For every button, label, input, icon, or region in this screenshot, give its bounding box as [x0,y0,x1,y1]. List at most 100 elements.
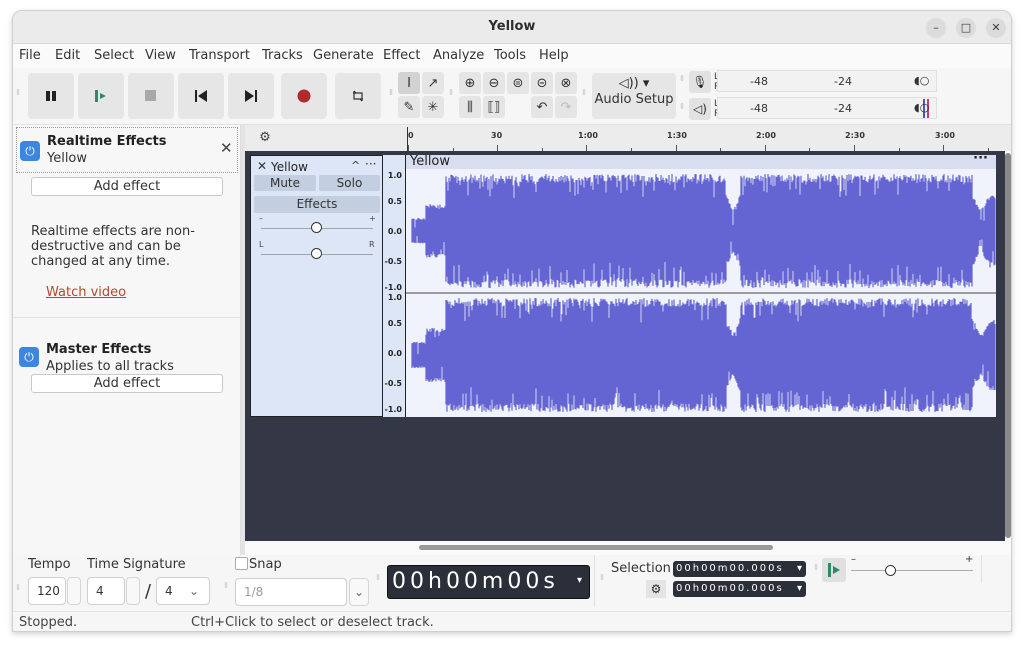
solo-button[interactable]: Solo [319,175,380,191]
snap-select[interactable]: 1/8 [235,578,347,606]
scale-label: -1.0 [384,405,403,414]
playback-meter-grip[interactable]: ⁝⁝ [680,103,686,114]
tempo-grip[interactable]: ⁝⁝ [16,584,22,595]
stop-button[interactable] [128,73,174,119]
audio-setup-button[interactable]: ◁)) ▾ Audio Setup [592,73,676,119]
selection-end-time[interactable]: 00h00m00.000s ▾ [673,581,806,597]
tempo-input[interactable]: 120 [28,577,66,605]
playback-meter[interactable]: -48 -24 ◖○ [717,97,937,119]
timeline-ruler[interactable]: ⚙ 0 30 1:00 1:30 2:00 2:30 3:00 [245,125,1011,151]
tools-grip[interactable]: ⁝⁝ [389,89,395,100]
horizontal-scrollbar[interactable] [419,545,773,550]
envelope-tool[interactable]: ↗ [422,72,444,94]
menu-tools[interactable]: Tools [494,48,526,63]
clip-header[interactable]: Yellow ··· [406,151,996,169]
zoom-toggle-button[interactable]: ⊗ [555,72,577,94]
track-close-icon[interactable]: ✕ [257,159,267,173]
gain-minus-label: – [259,214,263,223]
draw-tool[interactable]: ✎ [398,96,420,118]
redo-button[interactable]: ↷ [555,96,577,118]
mute-button[interactable]: Mute [254,175,316,191]
play-button[interactable] [78,73,124,119]
meter-knob-icon: ◖○ [914,101,930,114]
menu-edit[interactable]: Edit [55,48,80,63]
fit-selection-button[interactable]: ⊜ [507,72,529,94]
zoom-in-button[interactable]: ⊕ [459,72,481,94]
menu-transport[interactable]: Transport [189,48,250,63]
scale-label: -0.5 [384,379,403,388]
snap-grip[interactable]: ⁝⁝ [224,582,230,593]
selection-settings-icon[interactable]: ⚙ [646,580,666,598]
track-control-panel[interactable]: ✕ Yellow ^ ··· Mute Solo Effects – + L R [250,155,383,417]
amplitude-scale[interactable]: 1.0 0.5 0.0 -0.5 -1.0 1.0 0.5 0.0 -0.5 -… [383,155,406,417]
timeline-settings-icon[interactable]: ⚙ [255,128,275,148]
gain-slider-knob[interactable] [311,222,322,233]
pan-slider-knob[interactable] [311,248,322,259]
selection-label: Selection [611,561,671,576]
audio-setup-grip[interactable]: ⁝⁝ [582,89,588,100]
menu-file[interactable]: File [19,48,41,63]
menu-help[interactable]: Help [539,48,569,63]
meter-tick: -24 [834,75,852,88]
record-meter[interactable]: -48 -24 ◖○ [717,70,937,92]
vertical-scrollbar[interactable] [1005,153,1011,538]
power-icon[interactable]: ⏻ [20,141,40,161]
track-menu-icon[interactable]: ··· [365,157,376,171]
fit-project-button[interactable]: ⊝ [531,72,553,94]
menu-select[interactable]: Select [94,48,134,63]
minimize-button[interactable]: – [926,18,946,38]
playspeed-grip[interactable]: ⁝⁝ [814,564,820,575]
menu-tracks[interactable]: Tracks [262,48,303,63]
skip-end-button[interactable] [228,73,274,119]
menu-analyze[interactable]: Analyze [433,48,484,63]
multi-tool[interactable]: ✳ [422,96,444,118]
playback-meter-button[interactable]: ◁) [689,98,711,120]
realtime-effects-header: ⏻ Realtime Effects Yellow ✕ [16,127,238,173]
loop-button[interactable] [335,73,381,119]
zoom-out-button[interactable]: ⊖ [483,72,505,94]
time-signature-stepper[interactable] [126,577,140,605]
scale-label: 1.0 [387,293,402,302]
edit-grip[interactable]: ⁝⁝ [449,89,455,100]
master-add-effect-button[interactable]: Add effect [31,374,223,393]
loop-icon [353,90,363,102]
menu-view[interactable]: View [145,48,176,63]
record-meter-button[interactable]: 🎙 [689,71,711,93]
record-meter-grip[interactable]: ⁝⁝ [680,75,686,86]
realtime-effects-title: Realtime Effects [47,134,167,149]
time-signature-numerator[interactable]: 4 [87,577,125,605]
clip-menu-icon[interactable]: ··· [973,151,988,166]
snap-checkbox[interactable] [235,557,248,570]
add-effect-button[interactable]: Add effect [31,177,223,196]
master-power-icon[interactable]: ⏻ [19,347,39,367]
tempo-stepper[interactable] [67,577,81,605]
menu-effect[interactable]: Effect [383,48,420,63]
silence-button[interactable]: ⟦⟧ [483,96,505,118]
audio-clip[interactable]: Yellow ··· [406,151,996,417]
track-name[interactable]: Yellow [271,160,308,174]
playspeed-slider-knob[interactable] [885,565,897,576]
undo-button[interactable]: ↶ [531,96,553,118]
close-icon[interactable]: ✕ [220,139,233,157]
playspeed-slider[interactable] [851,570,973,571]
time-signature-denominator[interactable]: 4 ⌄ [156,577,210,605]
maximize-button[interactable]: □ [956,18,976,38]
play-at-speed-button[interactable] [822,558,846,582]
menu-generate[interactable]: Generate [313,48,374,63]
record-button[interactable] [281,73,327,119]
snap-dropdown[interactable]: ⌄ [349,578,369,606]
selection-grip[interactable]: ⁝⁝ [600,574,606,585]
selection-tool[interactable]: I [398,72,420,94]
close-button[interactable]: ✕ [986,18,1006,38]
pause-button[interactable] [28,73,74,119]
skip-start-button[interactable] [178,73,224,119]
watch-video-link[interactable]: Watch video [46,285,126,300]
track-collapse-icon[interactable]: ^ [351,159,360,172]
selection-start-time[interactable]: 00h00m00.000s ▾ [673,561,806,577]
time-grip[interactable]: ⁝⁝ [376,574,382,585]
play-at-speed-icon [828,563,840,577]
effects-button[interactable]: Effects [254,196,380,213]
trim-button[interactable]: ⫼ [459,96,481,118]
toolbar-grip[interactable]: ⁝⁝ [16,89,22,100]
time-display[interactable]: 00h00m00s ▾ [387,565,590,599]
